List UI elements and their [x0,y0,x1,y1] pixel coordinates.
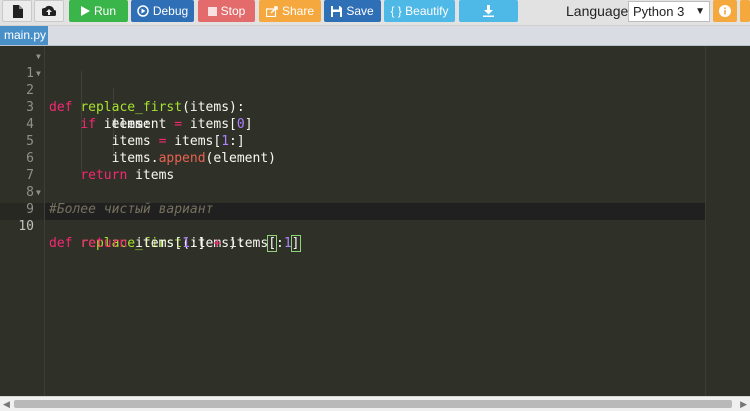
code-line: 3 element = items[0] [0,82,252,132]
debug-label: Debug [152,4,189,18]
share-label: Share [281,4,315,18]
run-label: Run [93,4,116,18]
beautify-button[interactable]: { } Beautify [384,0,455,22]
code-line: 8 #Более чистый вариант [0,167,213,217]
language-select[interactable]: Python 3 ▼ [628,1,710,22]
code-line: 5 items.append(element) [0,116,276,166]
play-icon [80,6,90,16]
code-line: 7 [0,150,47,183]
code-line: 6 return items [0,133,174,183]
save-label: Save [346,4,374,18]
upload-button[interactable] [34,0,64,22]
code-editor[interactable]: 1 ▼ def replace_first(items): 2 ▼ if ite… [0,46,750,396]
line-number: 10 [18,219,34,234]
stop-button[interactable]: Stop [198,0,255,22]
scrollbar-thumb[interactable] [14,400,732,408]
share-button[interactable]: Share [259,0,321,22]
new-file-button[interactable] [2,0,32,22]
fold-arrow-icon[interactable]: ▼ [36,65,44,82]
stop-label: Stop [220,4,246,18]
more-button[interactable] [740,0,750,22]
run-button[interactable]: Run [69,0,128,22]
scroll-left-icon[interactable]: ◀ [3,399,10,410]
code-line: 1 ▼ def replace_first(items): [0,48,245,115]
debug-icon [137,5,149,17]
code-line: 10 return items[1:] + items[:1] [0,201,301,252]
code-line: 9 ▼ def replace_first(items): [0,184,245,251]
fold-arrow-icon[interactable]: ▼ [36,184,44,201]
info-icon [719,5,731,17]
tab-main-py[interactable]: main.py [0,26,48,45]
debug-button[interactable]: Debug [131,0,194,22]
code-comment: #Более чистый вариант [49,202,214,217]
file-icon [12,4,23,18]
share-icon [265,5,278,17]
horizontal-scrollbar[interactable]: ◀ ▶ [0,396,750,411]
stop-icon [207,6,217,16]
toolbar: Run Debug Stop Share Save { } Beautify L… [0,0,750,26]
chevron-down-icon: ▼ [695,6,705,17]
language-label: Language [566,3,629,19]
info-button[interactable] [713,0,737,22]
fold-arrow-icon[interactable]: ▼ [36,48,44,65]
upload-icon [42,5,56,16]
save-icon [331,5,343,17]
code-line: 2 ▼ if items: [0,65,151,132]
print-margin [705,46,706,396]
download-icon [483,5,494,17]
scroll-right-icon[interactable]: ▶ [740,399,747,410]
language-value: Python 3 [633,4,685,19]
download-button[interactable] [459,0,518,22]
code-line: 4 items = items[1:] [0,99,245,149]
tab-bar: main.py [0,26,750,46]
beautify-label: { } Beautify [390,4,449,18]
save-button[interactable]: Save [324,0,381,22]
